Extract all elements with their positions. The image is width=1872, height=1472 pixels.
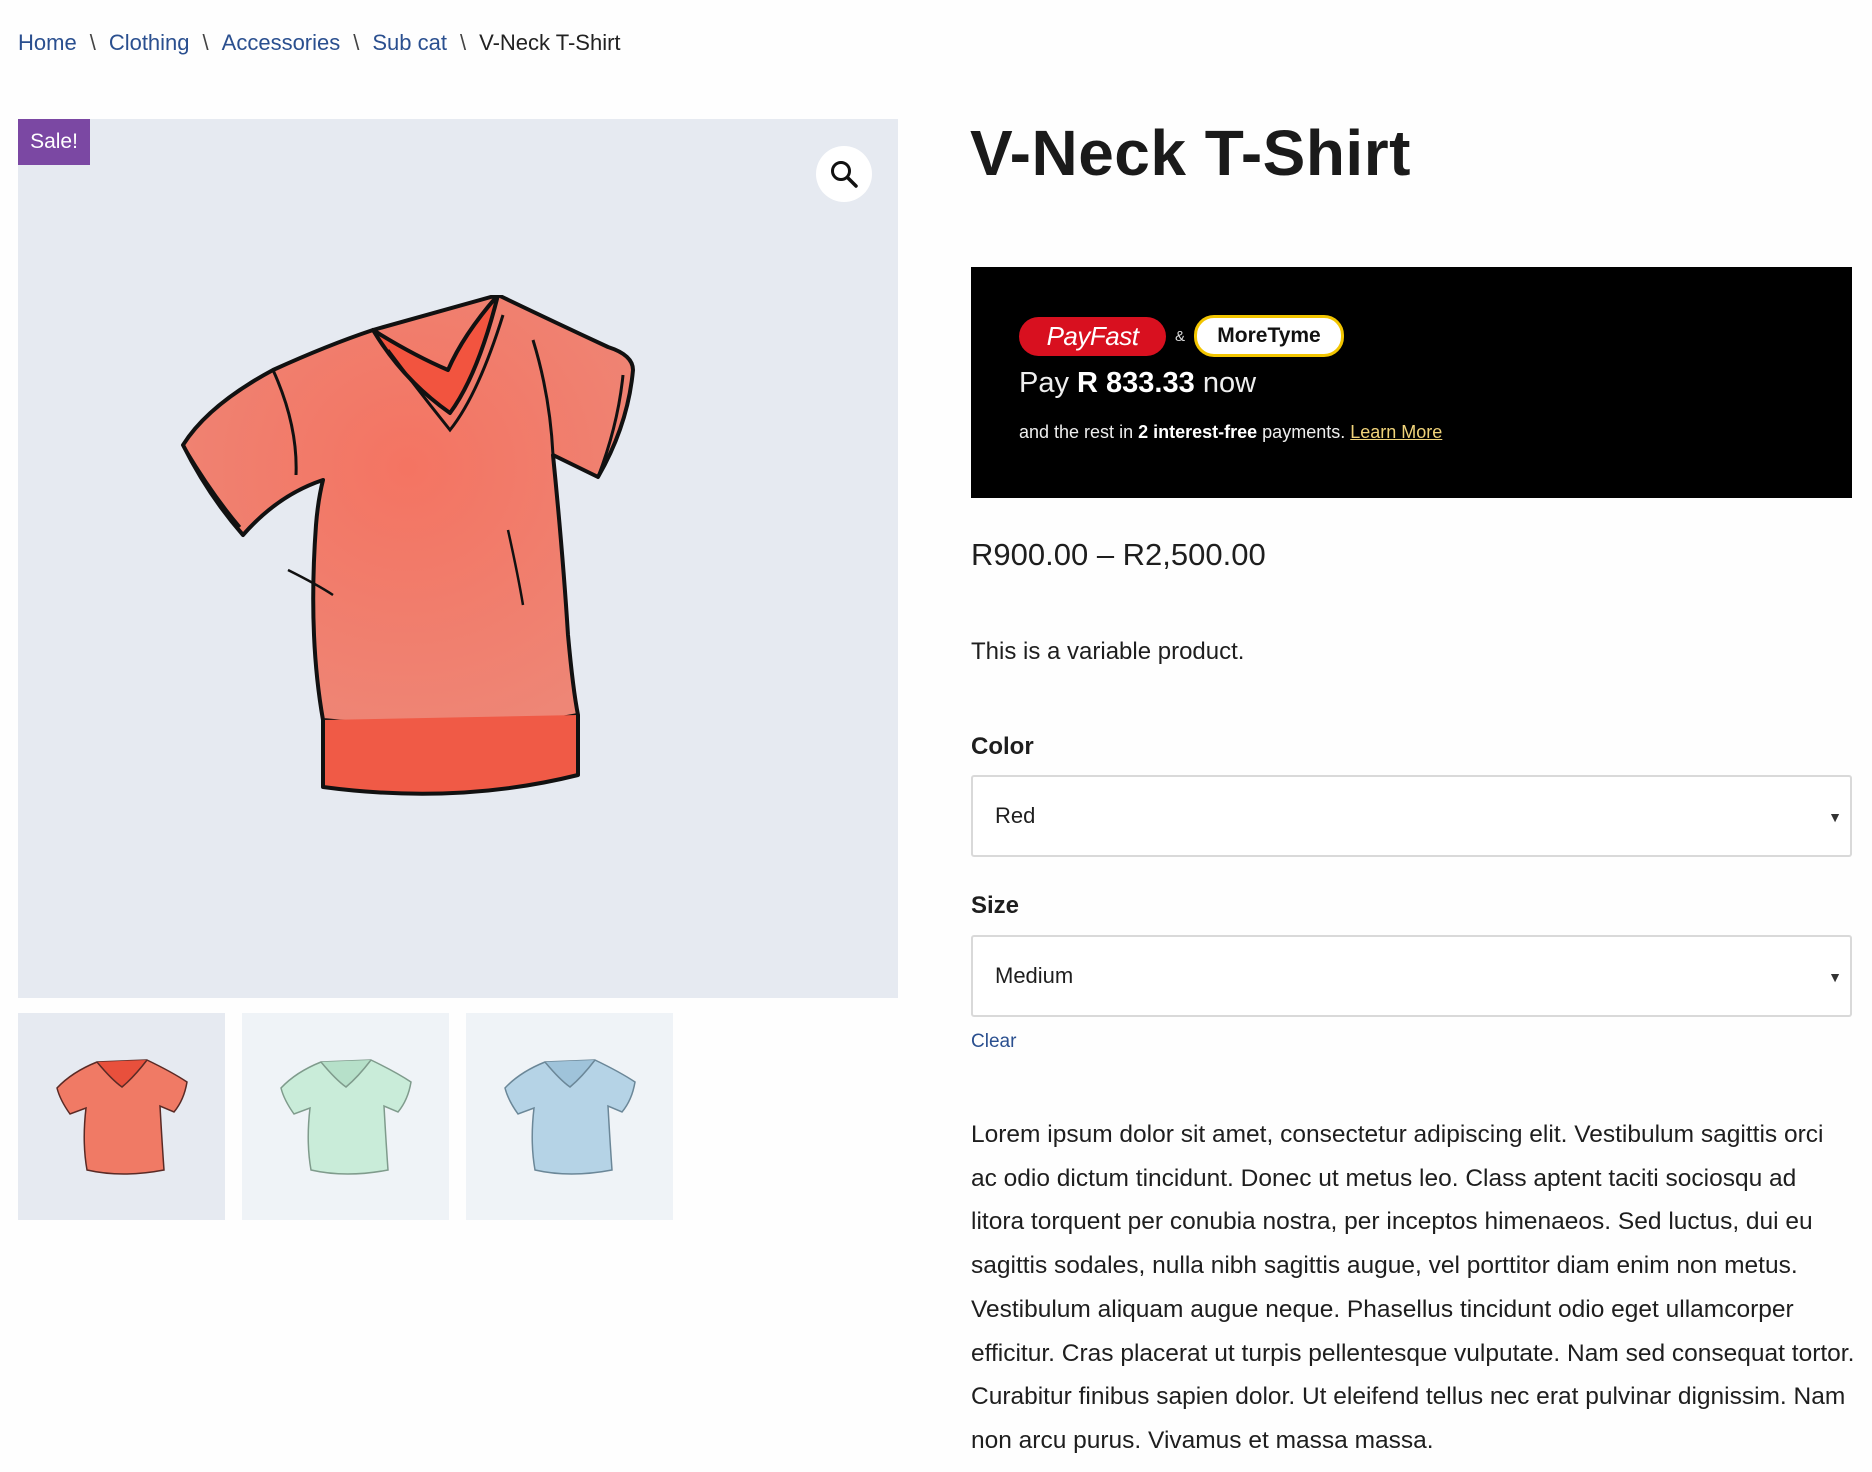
breadcrumb-link-sub-cat[interactable]: Sub cat (372, 30, 447, 56)
breadcrumb: Home \ Clothing \ Accessories \ Sub cat … (18, 30, 621, 56)
tshirt-illustration (181, 295, 635, 796)
learn-more-link[interactable]: Learn More (1350, 422, 1442, 442)
breadcrumb-separator: \ (202, 30, 209, 55)
pay-suffix: now (1202, 367, 1257, 399)
product-price-range: R900.00 – R2,500.00 (971, 537, 1266, 572)
size-select[interactable]: Medium ▼ (971, 935, 1852, 1017)
rest-suffix: payments. (1262, 422, 1346, 442)
size-label: Size (971, 892, 1020, 919)
product-title: V-Neck T-Shirt (970, 117, 1411, 189)
installment-text: and the rest in 2 interest-free payments… (1019, 422, 1442, 443)
breadcrumb-separator: \ (459, 30, 467, 55)
rest-prefix: and the rest in (1019, 422, 1134, 442)
sale-badge: Sale! (18, 119, 90, 165)
chevron-down-icon: ▼ (1828, 809, 1842, 825)
moretyme-logo: MoreTyme (1194, 315, 1345, 357)
search-icon (831, 161, 858, 188)
payfast-moretyme-banner: PayFast & MoreTyme Pay R 833.33 now and … (971, 267, 1852, 498)
size-select-value: Medium (995, 963, 1074, 988)
breadcrumb-separator: \ (89, 30, 96, 55)
tshirt-thumbnail-icon (503, 1058, 636, 1175)
zoom-button[interactable] (816, 146, 872, 202)
product-short-description: This is a variable product. (971, 638, 1245, 665)
thumbnail-red-shirt[interactable] (18, 1013, 225, 1220)
color-label: Color (971, 733, 1034, 760)
logo-ampersand: & (1175, 327, 1186, 345)
payfast-logo: PayFast (1019, 316, 1166, 356)
breadcrumb-separator: \ (353, 30, 360, 55)
thumbnail-green-shirt[interactable] (242, 1013, 449, 1220)
payment-logos: PayFast & MoreTyme (1019, 315, 1345, 357)
breadcrumb-link-home[interactable]: Home (18, 30, 77, 56)
pay-amount: R 833.33 (1077, 367, 1195, 399)
pay-prefix: Pay (1019, 367, 1069, 399)
product-long-description: Lorem ipsum dolor sit amet, consectetur … (971, 1121, 1855, 1454)
clear-selection-link[interactable]: Clear (971, 1031, 1016, 1053)
color-select[interactable]: Red ▼ (971, 775, 1852, 857)
chevron-down-icon: ▼ (1828, 969, 1842, 985)
thumbnail-blue-shirt[interactable] (466, 1013, 673, 1220)
color-select-value: Red (995, 803, 1036, 828)
breadcrumb-link-accessories[interactable]: Accessories (222, 30, 341, 56)
tshirt-thumbnail-icon (55, 1058, 188, 1175)
rest-bold: 2 interest-free (1138, 422, 1258, 442)
breadcrumb-link-clothing[interactable]: Clothing (109, 30, 190, 56)
tshirt-thumbnail-icon (279, 1058, 412, 1175)
main-product-image[interactable]: Sale! (18, 119, 898, 998)
pay-now-text: Pay R 833.33 now (1019, 367, 1256, 400)
breadcrumb-current: V-Neck T-Shirt (479, 30, 621, 55)
thumbnail-gallery (18, 1013, 673, 1220)
